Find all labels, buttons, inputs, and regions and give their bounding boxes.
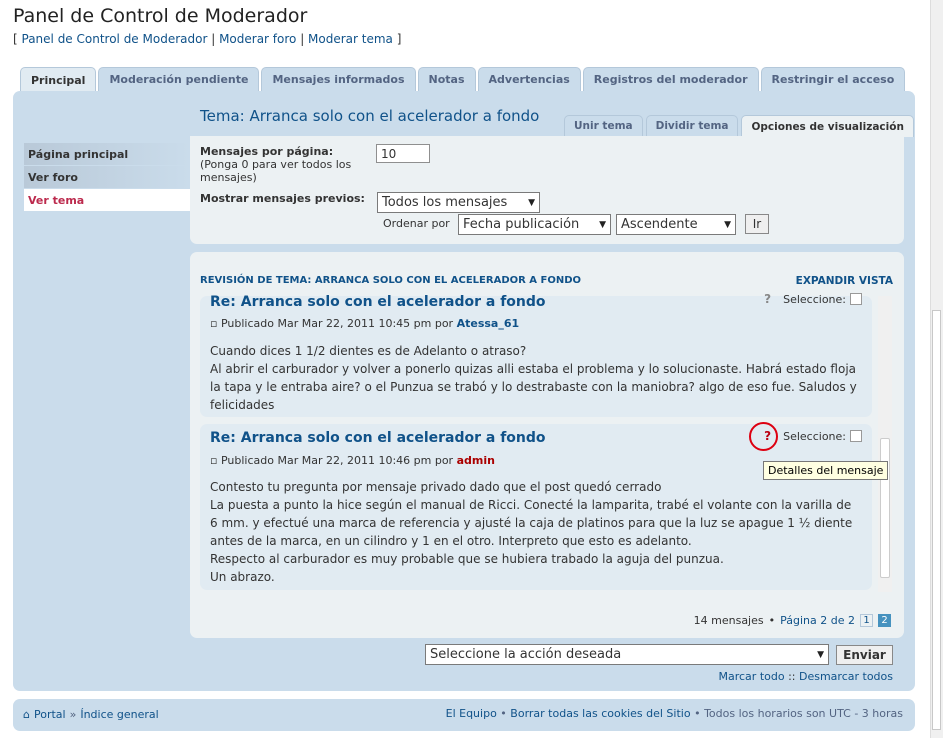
post-title[interactable]: Re: Arranca solo con el acelerador a fon…	[210, 294, 546, 310]
post-checkbox[interactable]	[850, 293, 862, 305]
unmark-all-link[interactable]: Desmarcar todos	[799, 670, 893, 683]
page-info-link[interactable]: Página 2 de 2	[780, 614, 855, 627]
order-label: Ordenar por	[383, 217, 450, 230]
per-page-input[interactable]: 10	[376, 144, 430, 163]
highlight-circle	[749, 422, 778, 451]
chevron-down-icon: ▼	[817, 649, 824, 660]
topic-title: Tema: Arranca solo con el acelerador a f…	[200, 107, 540, 125]
sidebar-item-ver-tema[interactable]: Ver tema	[24, 189, 190, 212]
expand-view-link[interactable]: EXPANDIR VISTA	[796, 275, 893, 287]
chevron-down-icon: ▼	[599, 219, 606, 230]
home-icon: ⌂	[23, 708, 30, 721]
mark-links: Marcar todo :: Desmarcar todos	[718, 670, 894, 683]
post-select: ? Seleccione:	[764, 429, 862, 443]
action-select[interactable]: Seleccione la acción deseada ▼	[425, 644, 829, 665]
footer-nav: ⌂ Portal » Índice general	[23, 708, 159, 721]
go-button[interactable]: Ir	[745, 214, 769, 234]
tab-opciones-visualizacion[interactable]: Opciones de visualización	[741, 115, 914, 137]
post-meta: ▫ Publicado Mar Mar 22, 2011 10:45 pm po…	[210, 317, 520, 330]
footer-right: El Equipo • Borrar todas las cookies del…	[445, 707, 903, 720]
link-panel-moderador[interactable]: Panel de Control de Moderador	[22, 32, 208, 46]
window-scroll-thumb[interactable]	[932, 310, 941, 730]
tab-advertencias[interactable]: Advertencias	[477, 67, 581, 91]
sidebar: Página principal Ver foro Ver tema	[24, 143, 190, 212]
page-2-current: 2	[878, 614, 891, 627]
portal-link[interactable]: Portal	[34, 708, 66, 721]
tab-mensajes-informados[interactable]: Mensajes informados	[261, 67, 416, 91]
show-prev-label: Mostrar mensajes previos:	[200, 192, 365, 205]
sub-tabs: Unir tema Dividir tema Opciones de visua…	[564, 115, 914, 137]
team-link[interactable]: El Equipo	[446, 707, 497, 720]
show-prev-select[interactable]: Todos los mensajes ▼	[377, 192, 540, 213]
delete-cookies-link[interactable]: Borrar todas las cookies del Sitio	[510, 707, 690, 720]
mark-all-link[interactable]: Marcar todo	[719, 670, 785, 683]
post-title[interactable]: Re: Arranca solo con el acelerador a fon…	[210, 430, 546, 446]
breadcrumb: [ Panel de Control de Moderador | Modera…	[13, 32, 402, 46]
link-moderar-tema[interactable]: Moderar tema	[308, 32, 393, 46]
submit-button[interactable]: Enviar	[836, 645, 893, 665]
review-scroll-thumb[interactable]	[880, 438, 890, 578]
tab-restringir[interactable]: Restringir el acceso	[760, 67, 906, 91]
post-2: Re: Arranca solo con el acelerador a fon…	[200, 424, 872, 590]
tab-notas[interactable]: Notas	[417, 67, 476, 91]
order-dir-select[interactable]: Ascendente ▼	[616, 214, 736, 235]
chevron-down-icon: ▼	[724, 219, 731, 230]
post-checkbox[interactable]	[850, 430, 862, 442]
post-icon: ▫	[210, 454, 218, 467]
post-author[interactable]: admin	[457, 454, 495, 467]
sidebar-item-ver-foro[interactable]: Ver foro	[24, 166, 190, 189]
post-select: ? Seleccione:	[764, 292, 862, 306]
index-link[interactable]: Índice general	[80, 708, 158, 721]
page-title: Panel de Control de Moderador	[13, 5, 308, 27]
sidebar-item-pagina-principal[interactable]: Página principal	[24, 143, 190, 166]
per-page-label: Mensajes por página: (Ponga 0 para ver to…	[200, 145, 352, 184]
post-body: Cuando dices 1 1/2 dientes es de Adelant…	[210, 344, 857, 412]
review-heading: REVISIÓN DE TEMA: ARRANCA SOLO CON EL AC…	[200, 275, 582, 286]
post-body: Contesto tu pregunta por mensaje privado…	[210, 480, 853, 584]
chevron-down-icon: ▼	[528, 197, 535, 208]
post-meta: ▫ Publicado Mar Mar 22, 2011 10:46 pm po…	[210, 454, 495, 467]
main-tabs: Principal Moderación pendiente Mensajes …	[20, 67, 906, 92]
post-author[interactable]: Atessa_61	[457, 317, 520, 330]
post-icon: ▫	[210, 317, 218, 330]
footer: ⌂ Portal » Índice general El Equipo • Bo…	[13, 699, 915, 731]
order-field-select[interactable]: Fecha publicación ▼	[458, 214, 611, 235]
tab-moderacion-pendiente[interactable]: Moderación pendiente	[98, 67, 260, 91]
pagination: 14 mensajes • Página 2 de 2 1 2	[694, 614, 891, 627]
post-details-icon[interactable]: ?	[764, 292, 771, 306]
tab-unir-tema[interactable]: Unir tema	[564, 115, 643, 136]
tab-dividir-tema[interactable]: Dividir tema	[645, 115, 739, 136]
post-1: Re: Arranca solo con el acelerador a fon…	[200, 292, 872, 417]
tab-registros[interactable]: Registros del moderador	[582, 67, 759, 91]
tab-principal[interactable]: Principal	[20, 67, 97, 92]
link-moderar-foro[interactable]: Moderar foro	[219, 32, 296, 46]
page-1-link[interactable]: 1	[860, 614, 873, 627]
tooltip: Detalles del mensaje	[763, 461, 889, 480]
